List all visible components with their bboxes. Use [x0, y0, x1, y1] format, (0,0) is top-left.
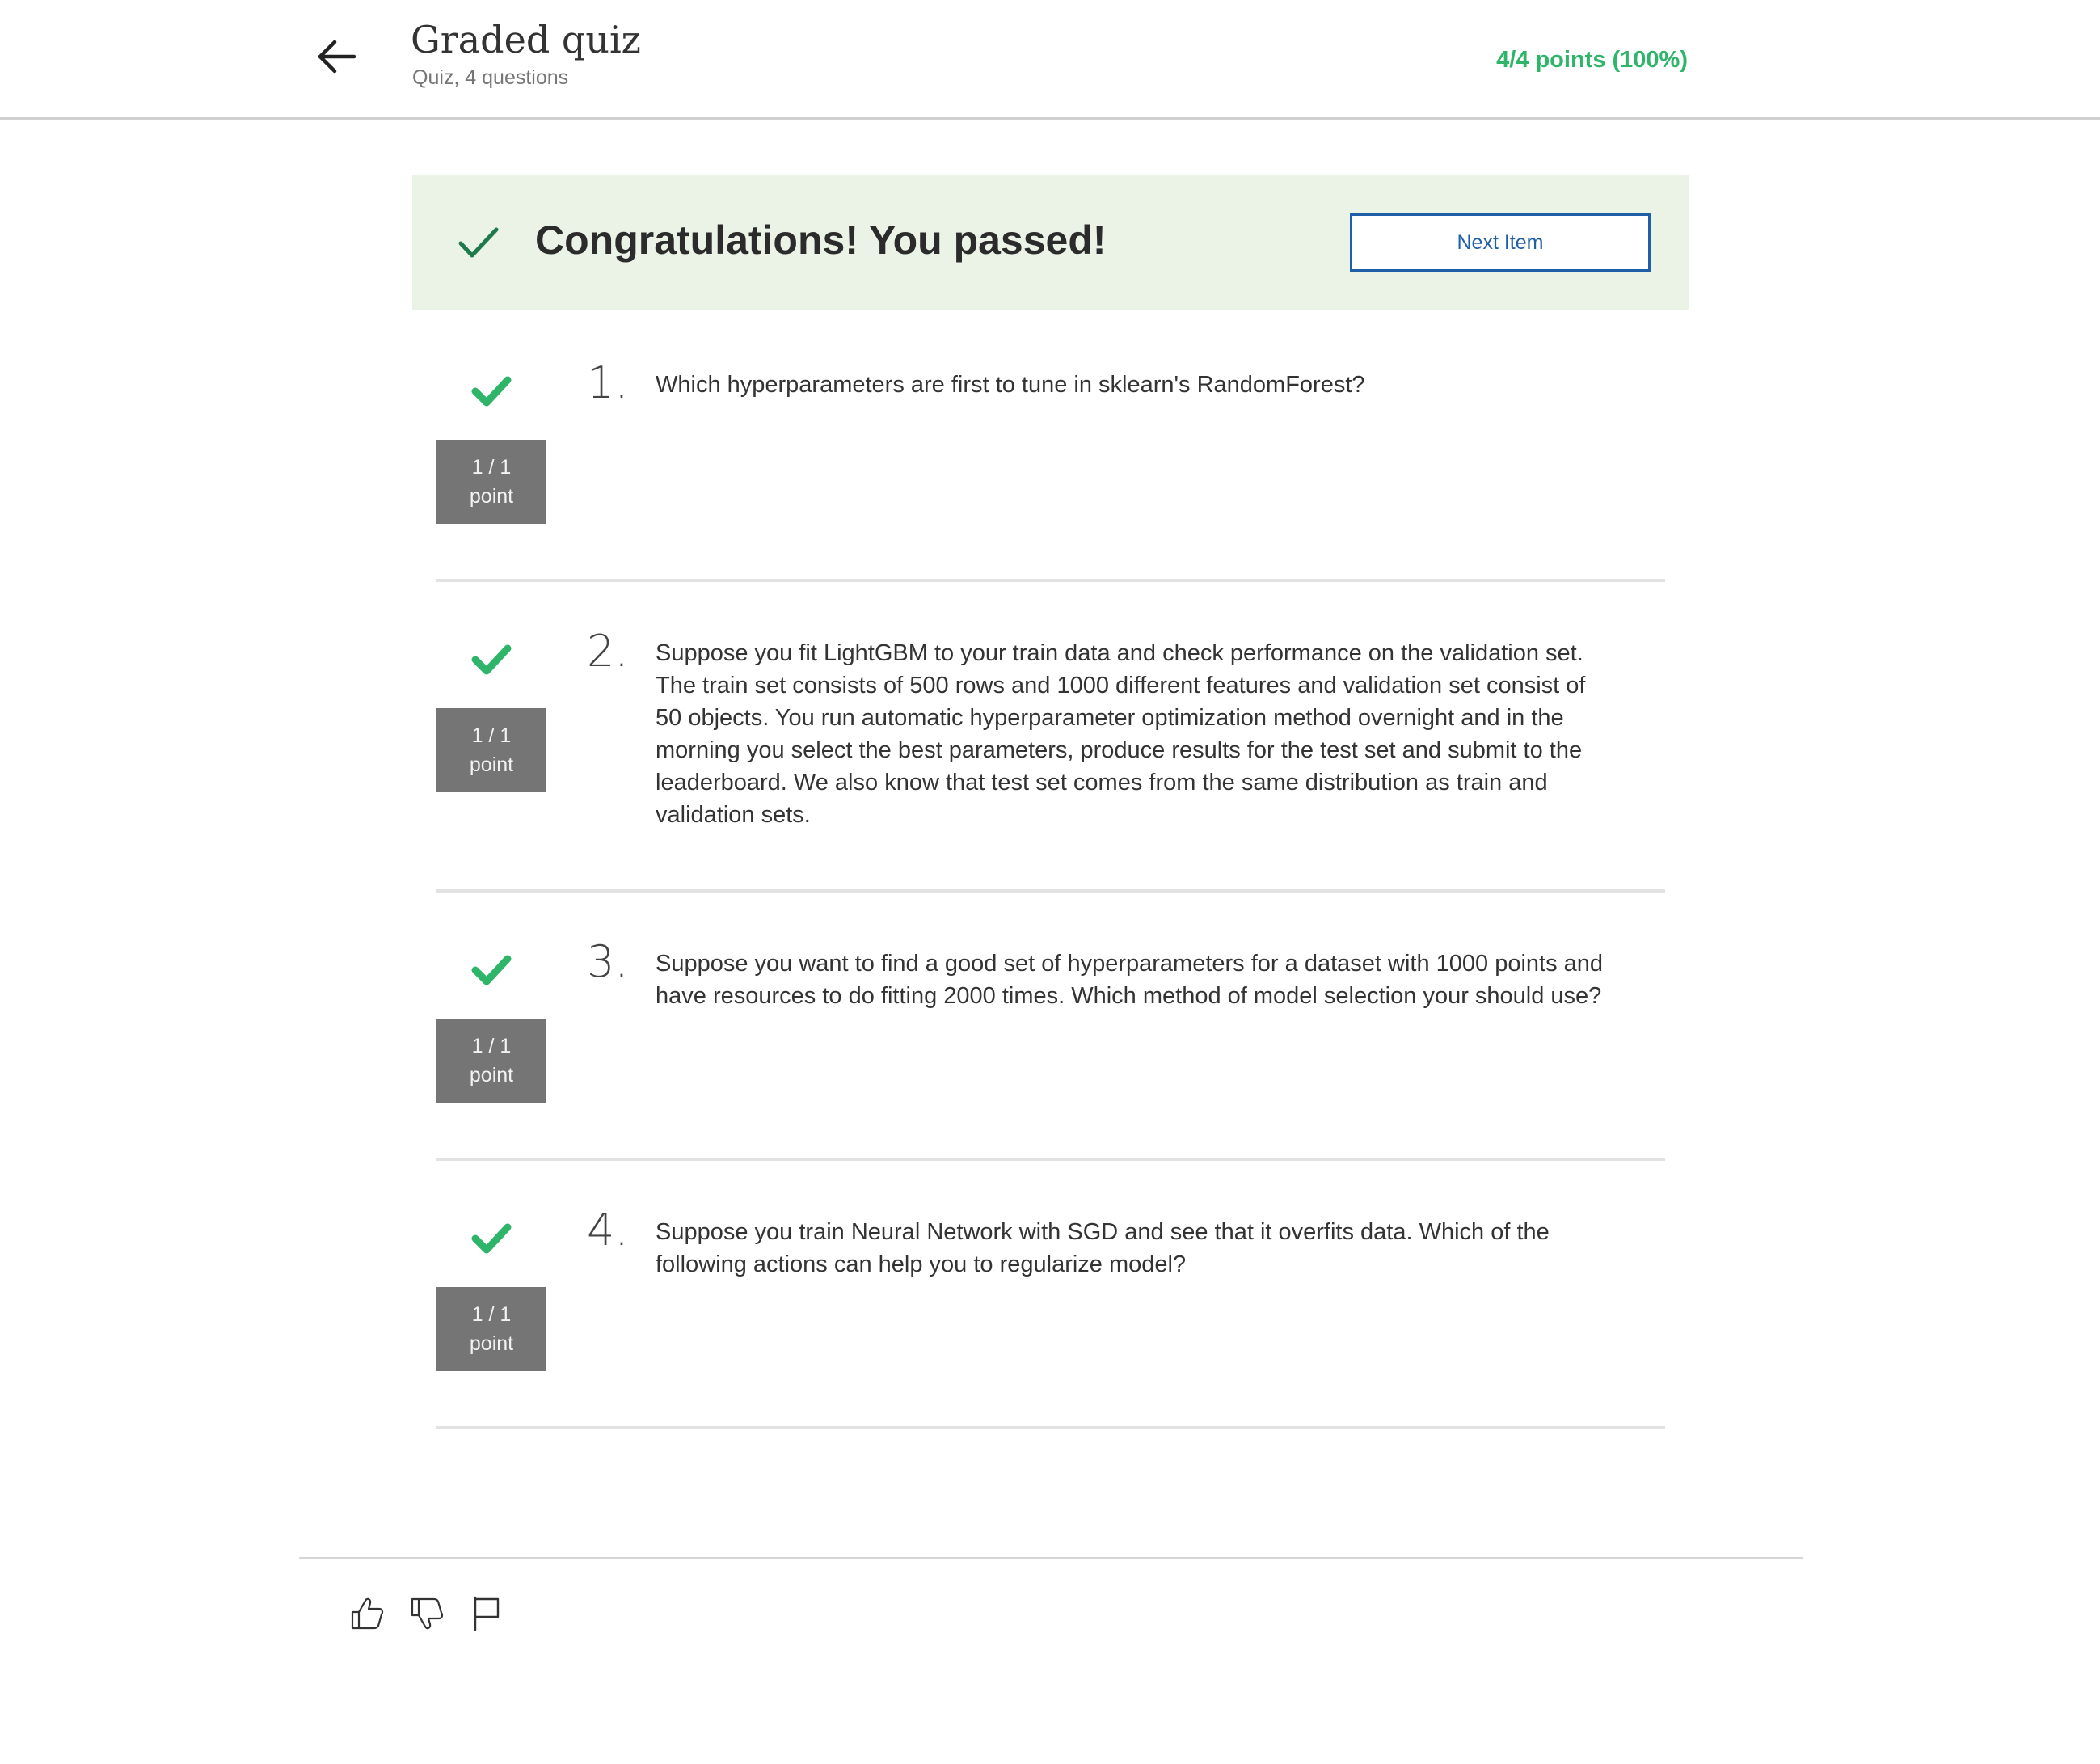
footer-divider	[299, 1557, 1803, 1559]
pass-message: Congratulations! You passed!	[535, 217, 1107, 263]
points-badge: 1 / 1 point	[436, 1019, 546, 1103]
question-text: Suppose you fit LightGBM to your train d…	[656, 640, 1586, 828]
pass-banner: Congratulations! You passed! Next Item	[412, 175, 1689, 310]
quiz-header: Graded quiz Quiz, 4 questions 4/4 points…	[0, 0, 2100, 120]
question-number: 4.	[587, 1205, 629, 1255]
question-item: 1 / 1 point 4. Suppose you train Neural …	[436, 1205, 1665, 1429]
page-title: Graded quiz	[411, 18, 641, 61]
thumbs-down-icon[interactable]	[406, 1593, 448, 1635]
next-item-button[interactable]: Next Item	[1350, 213, 1651, 272]
flag-icon[interactable]	[466, 1593, 508, 1635]
page-subtitle: Quiz, 4 questions	[412, 66, 569, 89]
points-value: 1 / 1	[471, 1035, 512, 1057]
question-number: 1.	[587, 357, 629, 408]
question-number: 2.	[587, 626, 629, 677]
points-badge: 1 / 1 point	[436, 440, 546, 524]
points-unit: point	[469, 1332, 514, 1355]
points-unit: point	[469, 1064, 514, 1087]
question-number: 3.	[587, 936, 629, 987]
question-text: Suppose you want to find a good set of h…	[656, 951, 1604, 1009]
check-icon	[469, 1216, 514, 1261]
points-unit: point	[469, 753, 514, 776]
score-summary: 4/4 points (100%)	[1496, 47, 1688, 73]
check-icon	[469, 947, 514, 993]
check-icon	[469, 637, 514, 682]
back-button[interactable]	[314, 32, 362, 81]
points-badge: 1 / 1 point	[436, 708, 546, 792]
points-value: 1 / 1	[471, 456, 512, 479]
question-item: 1 / 1 point 3. Suppose you want to find …	[436, 936, 1665, 1161]
question-item: 1 / 1 point 2. Suppose you fit LightGBM …	[436, 626, 1665, 893]
check-icon	[469, 369, 514, 414]
points-value: 1 / 1	[471, 1303, 512, 1326]
points-badge: 1 / 1 point	[436, 1287, 546, 1371]
feedback-bar	[346, 1593, 508, 1635]
question-item: 1 / 1 point 1. Which hyperparameters are…	[436, 357, 1665, 582]
arrow-left-icon	[314, 40, 362, 84]
question-text: Suppose you train Neural Network with SG…	[656, 1219, 1550, 1277]
check-icon	[458, 222, 500, 264]
question-text: Which hyperparameters are first to tune …	[656, 372, 1365, 398]
thumbs-up-icon[interactable]	[346, 1593, 388, 1635]
points-value: 1 / 1	[471, 724, 512, 747]
points-unit: point	[469, 485, 514, 508]
